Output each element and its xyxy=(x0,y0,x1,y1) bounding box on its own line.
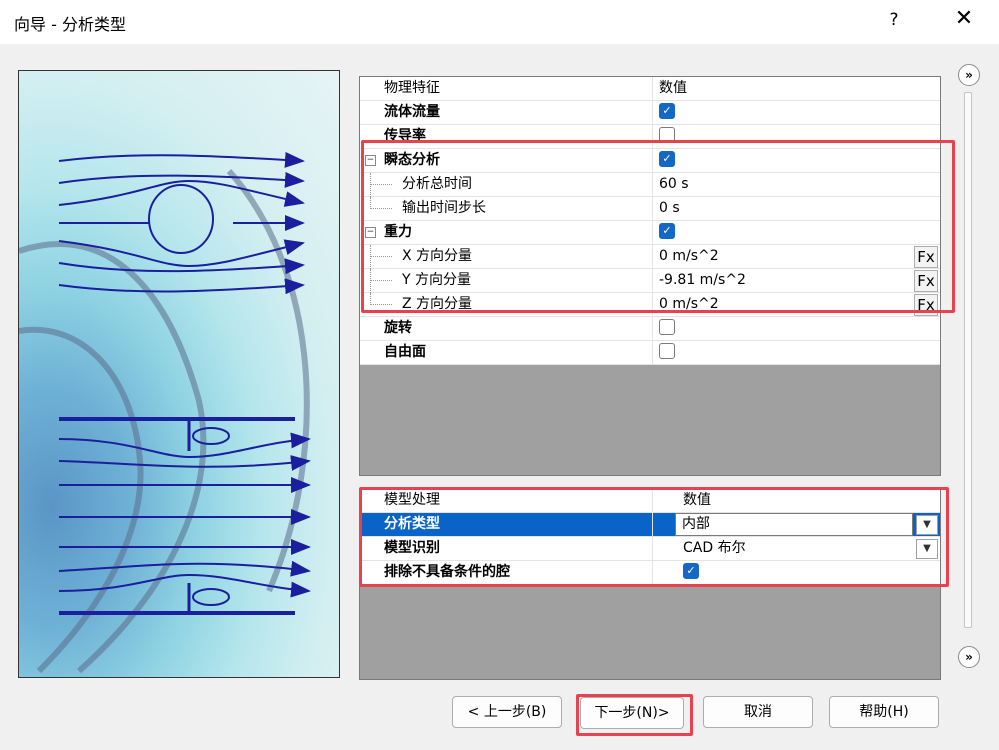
z-component-label: Z 方向分量 xyxy=(360,293,653,316)
row-model-recognition[interactable]: 模型识别 CAD 布尔 ▼ xyxy=(360,537,940,561)
gravity-checkbox[interactable]: ✓ xyxy=(659,223,675,239)
row-rotation[interactable]: 旋转 xyxy=(360,317,940,341)
chevron-down-icon[interactable]: ▼ xyxy=(916,515,938,535)
conductivity-checkbox[interactable] xyxy=(659,127,675,143)
model-recognition-select[interactable]: CAD 布尔 xyxy=(653,537,940,560)
free-surface-label: 自由面 xyxy=(360,341,653,364)
row-x-component[interactable]: X 方向分量 0 m/s^2 Fx xyxy=(360,245,940,269)
conductivity-label: 传导率 xyxy=(360,125,653,148)
z-component-value[interactable]: 0 m/s^2 xyxy=(653,293,940,316)
fx-button[interactable]: Fx xyxy=(914,246,938,268)
y-component-label: Y 方向分量 xyxy=(360,269,653,292)
analysis-type-select[interactable]: 内部 xyxy=(675,513,913,536)
double-chevron-right-icon[interactable]: » xyxy=(958,646,980,668)
row-fluid-flow[interactable]: 流体流量 ✓ xyxy=(360,101,940,125)
title-bar: 向导 - 分析类型 ? ✕ xyxy=(0,0,999,44)
row-free-surface[interactable]: 自由面 xyxy=(360,341,940,365)
row-z-component[interactable]: Z 方向分量 0 m/s^2 Fx xyxy=(360,293,940,317)
model-property-grid: 模型处理 数值 分析类型 内部 ▼ 模型识别 CAD 布尔 ▼ 排除不具备条件的… xyxy=(359,488,941,680)
model-header-name: 模型处理 xyxy=(360,489,653,512)
total-time-value[interactable]: 60 s xyxy=(653,173,940,196)
gravity-label: 重力 xyxy=(360,221,653,244)
row-analysis-type[interactable]: 分析类型 内部 ▼ xyxy=(360,513,940,537)
analysis-type-label: 分析类型 xyxy=(360,513,653,536)
row-gravity[interactable]: − 重力 ✓ xyxy=(360,221,940,245)
fx-button[interactable]: Fx xyxy=(914,294,938,316)
rotation-checkbox[interactable] xyxy=(659,319,675,335)
row-y-component[interactable]: Y 方向分量 -9.81 m/s^2 Fx xyxy=(360,269,940,293)
model-header-value: 数值 xyxy=(683,492,711,508)
flow-diagram xyxy=(19,151,339,674)
exclude-cavities-label: 排除不具备条件的腔 xyxy=(360,561,653,584)
side-scrollbar[interactable] xyxy=(964,92,972,628)
flow-illustration xyxy=(18,70,340,678)
x-component-label: X 方向分量 xyxy=(360,245,653,268)
row-transient-analysis[interactable]: − 瞬态分析 ✓ xyxy=(360,149,940,173)
model-rows: 模型处理 数值 分析类型 内部 ▼ 模型识别 CAD 布尔 ▼ 排除不具备条件的… xyxy=(360,489,940,585)
help-icon[interactable]: ? xyxy=(880,10,908,34)
next-button[interactable]: 下一步(N)> xyxy=(580,697,684,729)
row-total-time[interactable]: 分析总时间 60 s xyxy=(360,173,940,197)
total-time-label: 分析总时间 xyxy=(360,173,653,196)
double-chevron-right-icon[interactable]: » xyxy=(958,64,980,86)
cancel-button[interactable]: 取消 xyxy=(703,696,813,728)
back-button[interactable]: < 上一步(B) xyxy=(452,696,562,728)
model-header-row: 模型处理 数值 xyxy=(360,489,940,513)
fluid-flow-checkbox[interactable]: ✓ xyxy=(659,103,675,119)
physics-rows: 物理特征 数值 流体流量 ✓ 传导率 − 瞬态分析 ✓ 分析总时间 60 s 输… xyxy=(360,77,940,365)
model-recognition-label: 模型识别 xyxy=(360,537,653,560)
rotation-label: 旋转 xyxy=(360,317,653,340)
transient-analysis-checkbox[interactable]: ✓ xyxy=(659,151,675,167)
fx-button[interactable]: Fx xyxy=(914,270,938,292)
physics-header-row: 物理特征 数值 xyxy=(360,77,940,101)
physics-property-grid: 物理特征 数值 流体流量 ✓ 传导率 − 瞬态分析 ✓ 分析总时间 60 s 输… xyxy=(359,76,941,476)
row-exclude-cavities[interactable]: 排除不具备条件的腔 ✓ xyxy=(360,561,940,585)
row-output-step[interactable]: 输出时间步长 0 s xyxy=(360,197,940,221)
x-component-value[interactable]: 0 m/s^2 xyxy=(653,245,940,268)
y-component-value[interactable]: -9.81 m/s^2 xyxy=(653,269,940,292)
output-step-label: 输出时间步长 xyxy=(360,197,653,220)
row-conductivity[interactable]: 传导率 xyxy=(360,125,940,149)
output-step-value[interactable]: 0 s xyxy=(653,197,940,220)
fluid-flow-label: 流体流量 xyxy=(360,101,653,124)
exclude-cavities-checkbox[interactable]: ✓ xyxy=(683,563,699,579)
close-icon[interactable]: ✕ xyxy=(950,6,978,36)
free-surface-checkbox[interactable] xyxy=(659,343,675,359)
physics-header-value: 数值 xyxy=(659,80,687,96)
help-button[interactable]: 帮助(H) xyxy=(829,696,939,728)
transient-analysis-label: 瞬态分析 xyxy=(360,149,653,172)
chevron-down-icon[interactable]: ▼ xyxy=(916,539,938,559)
physics-header-name: 物理特征 xyxy=(360,77,653,100)
window-title: 向导 - 分析类型 xyxy=(14,15,126,34)
